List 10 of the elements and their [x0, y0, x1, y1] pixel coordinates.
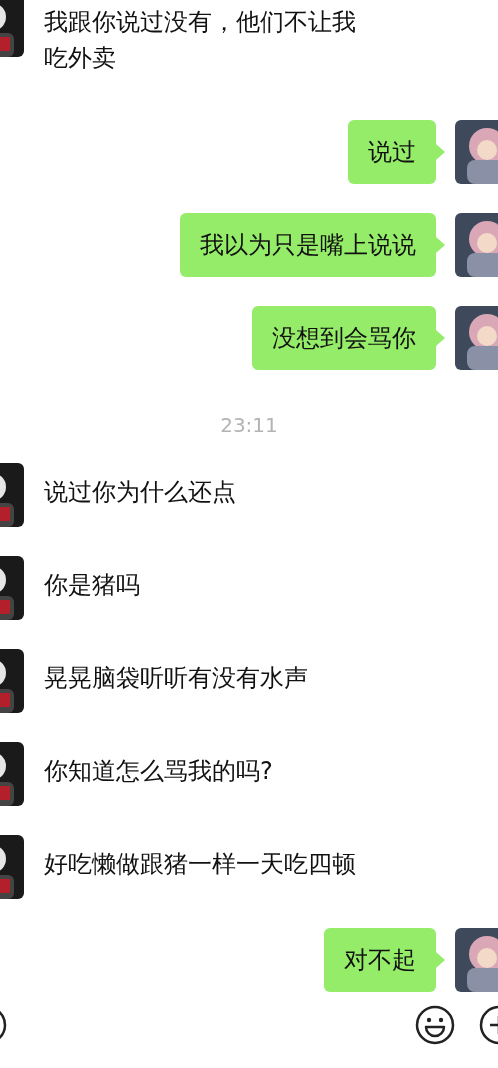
message-bubble: 说过: [348, 120, 436, 184]
bubble-tail: [436, 237, 445, 253]
message-bubble: 对不起: [324, 928, 436, 992]
emoji-icon[interactable]: [414, 1004, 456, 1046]
bubble-tail: [436, 952, 445, 968]
message-bubble: 没想到会骂你: [252, 306, 436, 370]
bubble-tail: [436, 330, 445, 346]
timestamp: 23:11: [220, 413, 278, 437]
bubble-tail: [436, 144, 445, 160]
message-bubble: 我以为只是嘴上说说: [180, 213, 436, 277]
